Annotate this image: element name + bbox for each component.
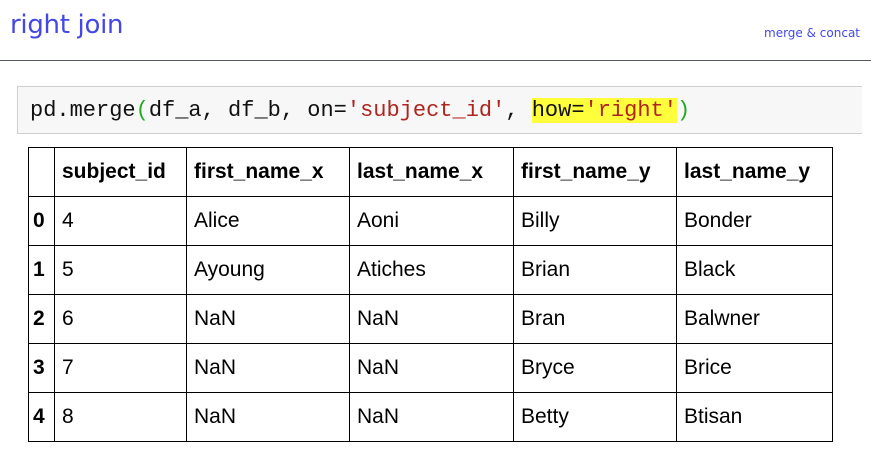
row-index: 0 [28, 196, 55, 246]
table-cell: Bonder [676, 196, 833, 246]
table-cell: Bran [513, 294, 677, 344]
table-cell: Ayoung [186, 245, 350, 295]
table-cell: 6 [54, 294, 187, 344]
column-header: subject_id [54, 147, 187, 197]
column-header: first_name_x [186, 147, 350, 197]
table-row: 1 5 Ayoung Atiches Brian Black [28, 245, 833, 295]
code-cell: pd.merge(df_a, df_b, on='subject_id', ho… [17, 86, 862, 134]
table-header-row: subject_id first_name_x last_name_x firs… [28, 147, 833, 197]
table-row: 2 6 NaN NaN Bran Balwner [28, 294, 833, 344]
row-index: 4 [28, 392, 55, 442]
row-index: 2 [28, 294, 55, 344]
page-header: right join merge & concat [0, 0, 871, 61]
table-cell: Atiches [349, 245, 514, 295]
table-cell: 8 [54, 392, 187, 442]
table-cell: NaN [186, 294, 350, 344]
column-header: last_name_x [349, 147, 514, 197]
row-index: 3 [28, 343, 55, 393]
table-cell: Brice [676, 343, 833, 393]
table-row: 3 7 NaN NaN Bryce Brice [28, 343, 833, 393]
table-cell: NaN [349, 343, 514, 393]
code-open-paren: ( [135, 98, 149, 123]
code-function: pd.merge [30, 98, 136, 123]
table-cell: Btisan [676, 392, 833, 442]
table-row: 4 8 NaN NaN Betty Btisan [28, 392, 833, 442]
table-cell: Balwner [676, 294, 833, 344]
code-highlight: how='right' [531, 98, 677, 123]
code-on-value: 'subject_id' [346, 98, 506, 123]
table-cell: NaN [186, 343, 350, 393]
table-cell: NaN [349, 392, 514, 442]
table-cell: Aoni [349, 196, 514, 246]
code-how-key: how= [531, 98, 585, 123]
table-cell: Bryce [513, 343, 677, 393]
code-how-value: 'right' [584, 98, 677, 123]
table-cell: Brian [513, 245, 677, 295]
code-args: df_a, df_b, on= [148, 98, 347, 123]
page-title: right join [10, 10, 124, 40]
table-cell: 5 [54, 245, 187, 295]
table-cell: Billy [513, 196, 677, 246]
table-cell: NaN [186, 392, 350, 442]
table-cell: Betty [513, 392, 677, 442]
table-cell: Black [676, 245, 833, 295]
table-cell: NaN [349, 294, 514, 344]
table-row: 0 4 Alice Aoni Billy Bonder [28, 196, 833, 246]
table-cell: 4 [54, 196, 187, 246]
code-separator: , [505, 98, 532, 123]
row-index: 1 [28, 245, 55, 295]
column-header-index [28, 147, 55, 197]
column-header: last_name_y [676, 147, 833, 197]
table-cell: Alice [186, 196, 350, 246]
merge-concat-link[interactable]: merge & concat [764, 26, 860, 40]
table-cell: 7 [54, 343, 187, 393]
column-header: first_name_y [513, 147, 677, 197]
dataframe-table: subject_id first_name_x last_name_x firs… [28, 147, 833, 442]
code-close-paren: ) [676, 98, 691, 123]
